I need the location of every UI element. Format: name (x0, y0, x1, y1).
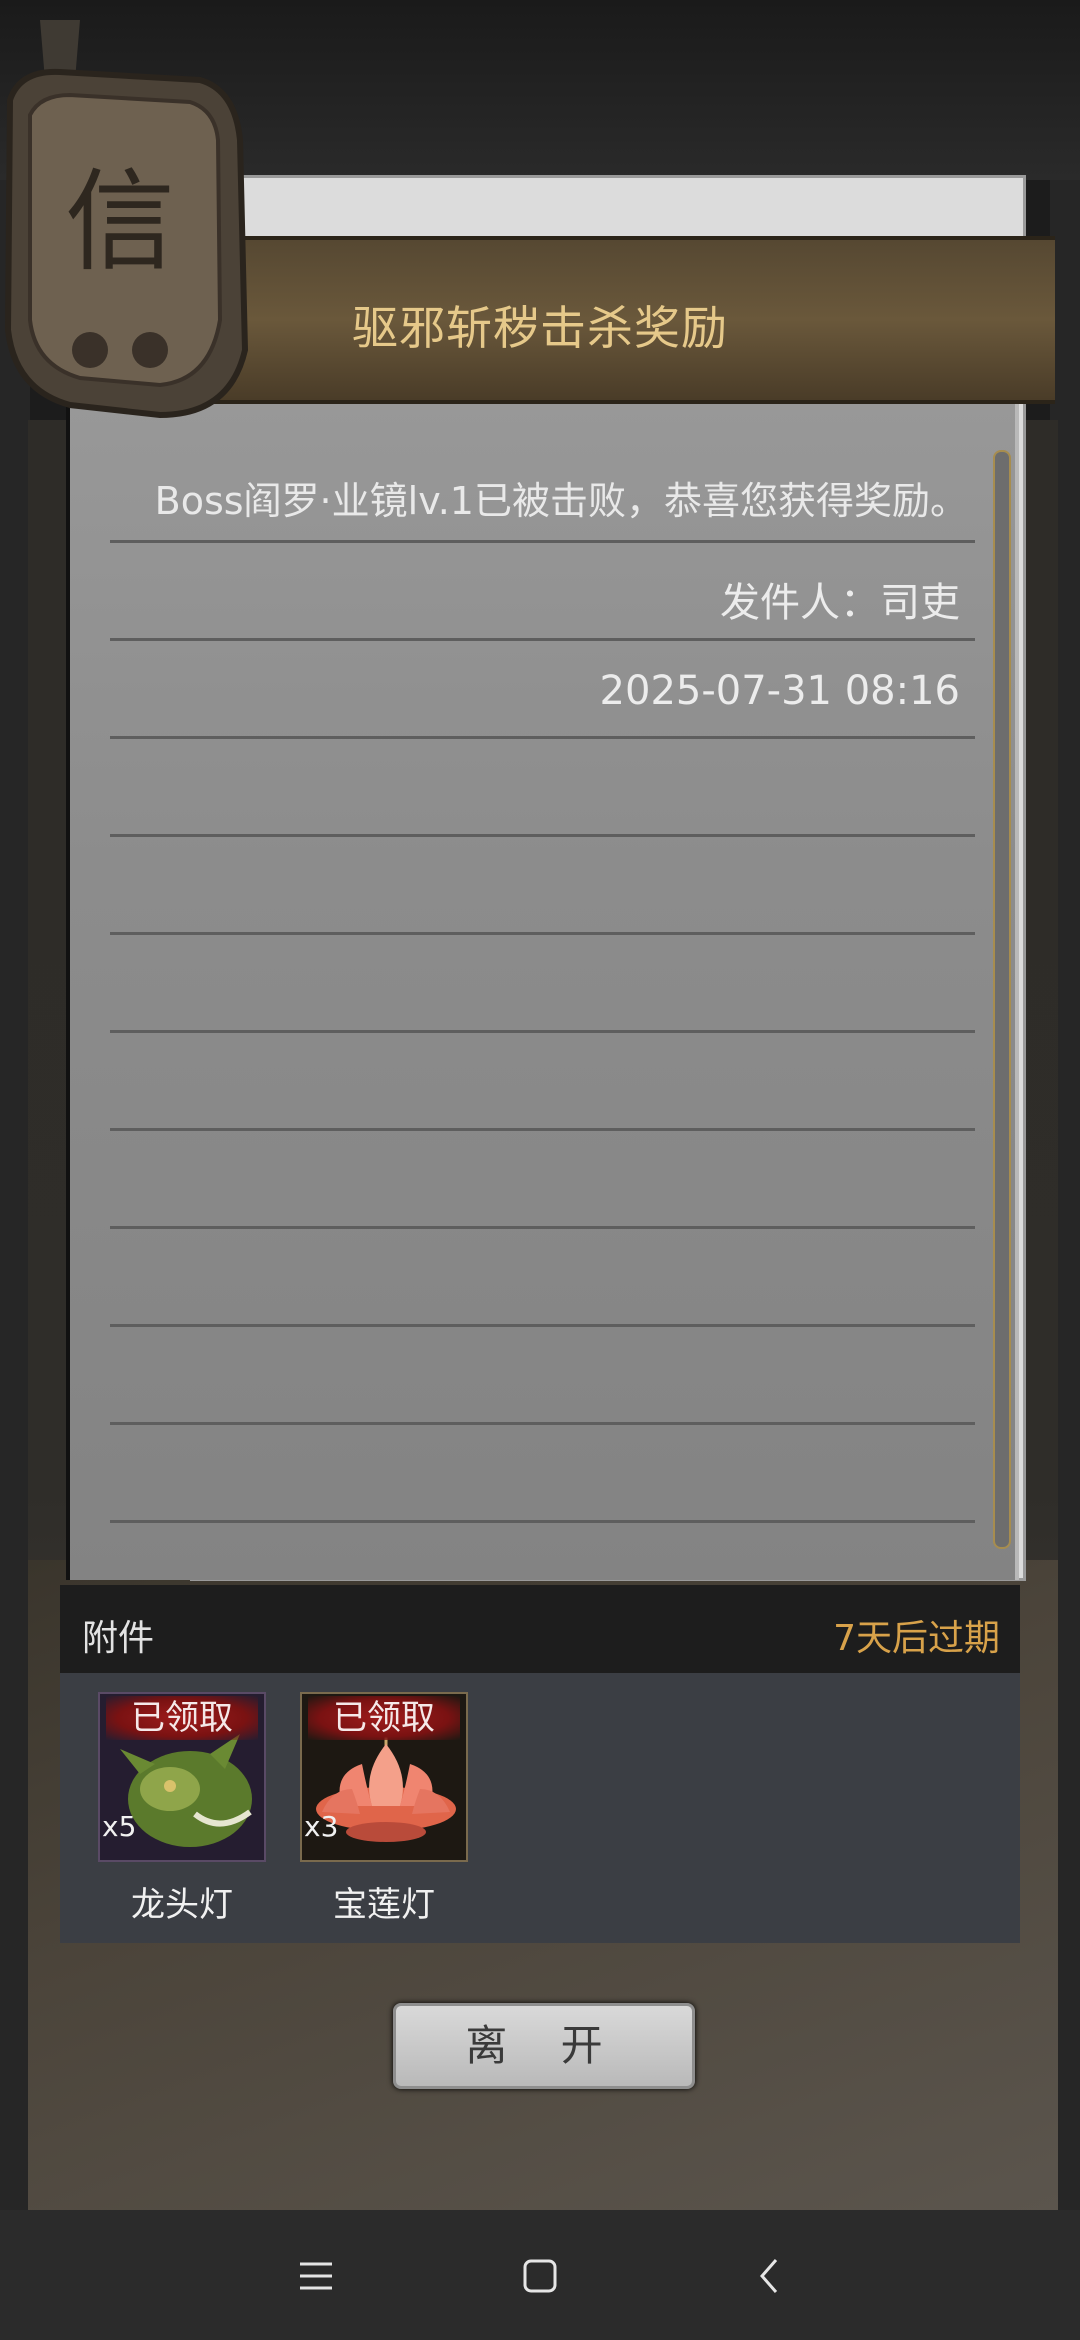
attachments-expire: 7天后过期 (833, 1618, 1000, 1659)
mail-datetime: 2025-07-31 08:16 (599, 668, 960, 714)
item-name: 宝莲灯 (333, 1885, 435, 1925)
item-quantity: x5 (102, 1810, 137, 1843)
item-name: 龙头灯 (131, 1885, 233, 1925)
svg-text:信: 信 (65, 158, 175, 286)
letter-seal-icon: 信 (4, 20, 249, 419)
left-edge (0, 180, 30, 2210)
attachments-label: 附件 (82, 1618, 155, 1659)
attachment-item[interactable]: 已领取 x5 龙头灯 (98, 1692, 268, 1925)
back-icon[interactable] (730, 2240, 810, 2312)
attachment-item[interactable]: 已领取 x3 宝莲灯 (300, 1692, 470, 1925)
leave-button[interactable]: 离 开 (393, 2003, 695, 2089)
claimed-badge: 已领取 (106, 1696, 258, 1740)
menu-icon[interactable] (276, 2240, 356, 2312)
mail-scrollbar[interactable] (993, 450, 1011, 1549)
claimed-badge: 已领取 (308, 1696, 460, 1740)
item-quantity: x3 (304, 1810, 339, 1843)
home-icon[interactable] (500, 2240, 580, 2312)
mail-body-text: Boss阎罗·业镜lv.1已被击败，恭喜您获得奖励。 (154, 479, 968, 523)
mail-title: 驱邪斩秽击杀奖励 (352, 301, 728, 355)
mail-sender: 发件人：司吏 (720, 580, 960, 626)
